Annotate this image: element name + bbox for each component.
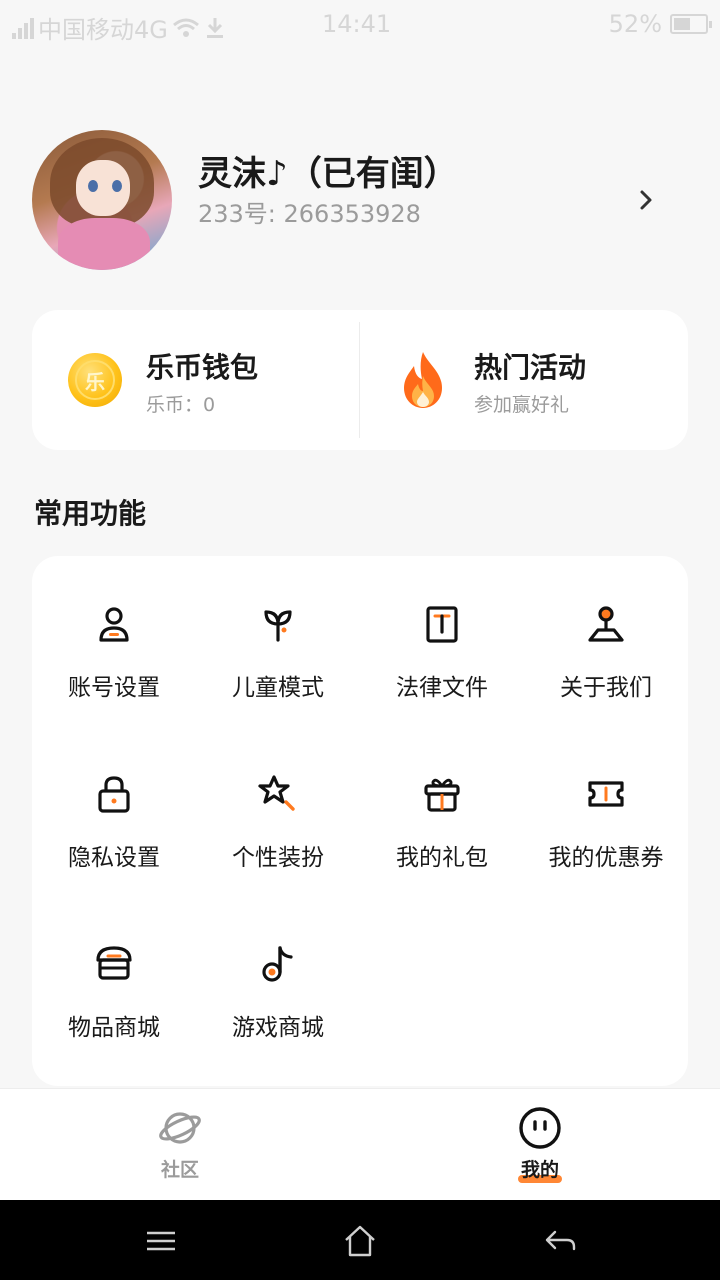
home-icon[interactable]	[343, 1224, 377, 1258]
bottom-nav: 社区 我的	[0, 1088, 720, 1200]
function-label: 物品商城	[68, 1015, 160, 1041]
gift-icon	[424, 778, 460, 812]
activity-entry[interactable]: 热门活动 参加赢好礼	[360, 310, 688, 450]
section-title: 常用功能	[34, 497, 147, 530]
child-mode-icon	[264, 610, 292, 642]
profile-name: 灵沫♪（已有闺）	[198, 154, 458, 194]
status-bar: 中国移动4G 14:41 52%	[0, 0, 720, 50]
game-store-icon	[262, 946, 293, 982]
tab-mine-label: 我的	[520, 1159, 559, 1181]
planet-icon	[159, 1112, 201, 1144]
lock-icon	[98, 776, 130, 813]
function-label: 关于我们	[560, 675, 652, 701]
profile-uid: 233号: 266353928	[198, 200, 421, 228]
download-icon	[206, 17, 223, 38]
function-label: 儿童模式	[232, 675, 324, 701]
function-child-mode[interactable]: 儿童模式	[196, 556, 360, 701]
tab-mine[interactable]: 我的	[480, 1089, 600, 1201]
tab-community[interactable]: 社区	[120, 1089, 240, 1201]
battery-percent: 52%	[608, 10, 662, 38]
status-left: 中国移动4G	[12, 10, 226, 45]
account-icon	[99, 607, 129, 642]
menu-icon[interactable]	[144, 1224, 178, 1258]
avatar[interactable]	[32, 130, 172, 270]
coupon-icon	[588, 781, 624, 807]
system-nav-bar	[0, 1200, 720, 1280]
back-icon[interactable]	[543, 1224, 577, 1258]
function-label: 个性装扮	[232, 845, 324, 871]
function-legal-docs[interactable]: 法律文件	[360, 556, 524, 701]
function-label: 隐私设置	[68, 845, 160, 871]
wallet-balance: 乐币：0	[146, 394, 216, 416]
status-time: 14:41	[322, 10, 392, 38]
wallet-activity-card: 乐 乐币钱包 乐币：0 热门活动 参加赢好礼	[32, 310, 688, 450]
function-label: 我的礼包	[396, 845, 488, 871]
wallet-entry[interactable]: 乐 乐币钱包 乐币：0	[32, 310, 360, 450]
function-label: 法律文件	[396, 675, 488, 701]
activity-sub: 参加赢好礼	[474, 394, 570, 416]
functions-grid: 账号设置 儿童模式 法律文件 关于我们 隐私设置 个性装扮 我的礼包 我的优惠券…	[32, 556, 688, 1086]
function-about-us[interactable]: 关于我们	[524, 556, 688, 701]
legal-doc-icon	[426, 606, 458, 643]
chevron-right-icon[interactable]	[632, 186, 660, 214]
function-game-store[interactable]: 游戏商城	[196, 896, 360, 1041]
shop-icon	[96, 946, 132, 980]
function-decoration[interactable]: 个性装扮	[196, 726, 360, 871]
about-us-icon	[588, 606, 624, 642]
function-account-settings[interactable]: 账号设置	[32, 556, 196, 701]
function-my-gifts[interactable]: 我的礼包	[360, 726, 524, 871]
tab-community-label: 社区	[160, 1159, 199, 1181]
function-item-shop[interactable]: 物品商城	[32, 896, 196, 1041]
decoration-icon	[258, 775, 295, 811]
function-label: 账号设置	[68, 675, 160, 701]
activity-title: 热门活动	[474, 351, 587, 384]
function-label: 游戏商城	[232, 1015, 324, 1041]
coin-icon: 乐	[68, 353, 122, 407]
fire-icon	[404, 352, 442, 408]
function-privacy-settings[interactable]: 隐私设置	[32, 726, 196, 871]
profile-header[interactable]: 灵沫♪（已有闺） 233号: 266353928	[32, 130, 688, 270]
wallet-title: 乐币钱包	[146, 351, 259, 384]
smiley-face-icon	[519, 1107, 561, 1149]
signal-icon	[12, 17, 34, 39]
status-right: 52%	[608, 10, 712, 38]
battery-icon	[670, 14, 712, 34]
function-label: 我的优惠券	[548, 845, 664, 871]
wifi-icon	[172, 18, 199, 37]
carrier-label: 中国移动4G	[38, 16, 168, 44]
function-my-coupons[interactable]: 我的优惠券	[524, 726, 688, 871]
battery-fill	[674, 18, 690, 30]
